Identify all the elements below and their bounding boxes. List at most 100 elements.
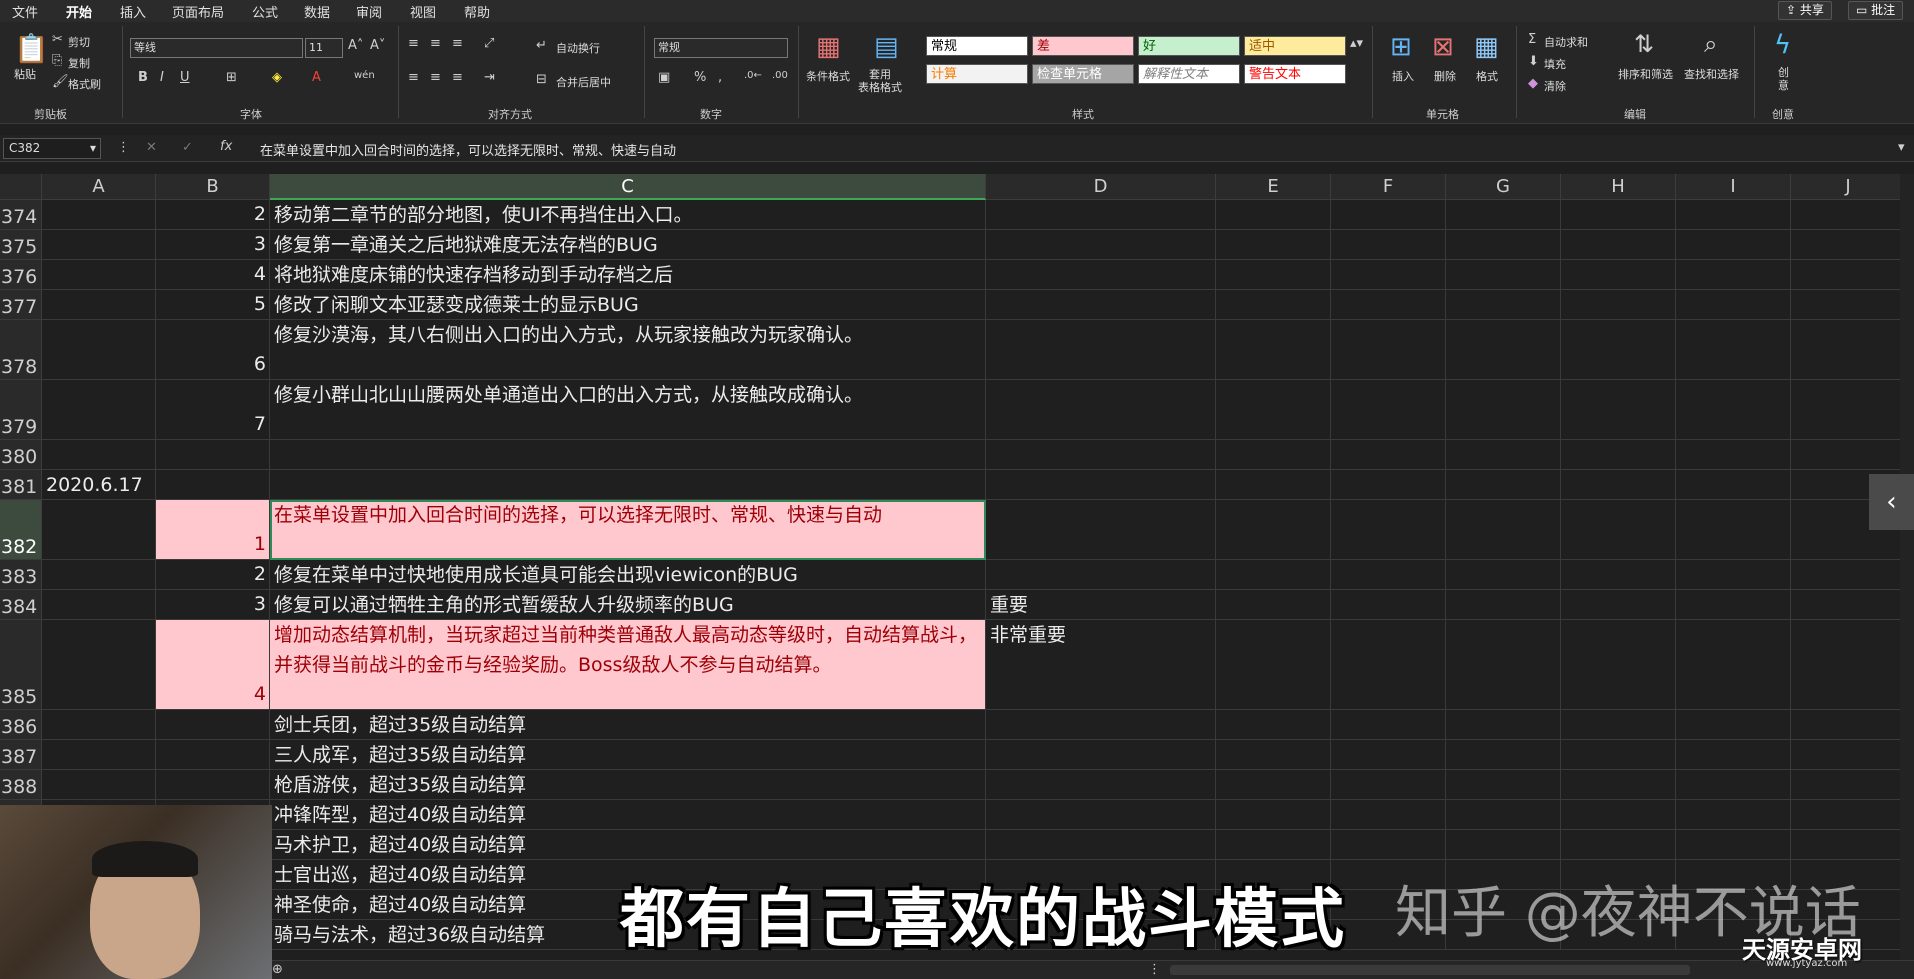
cell-h374[interactable] [1561, 200, 1676, 230]
cell-b384[interactable]: 3 [156, 590, 270, 620]
cell-c390[interactable]: 马术护卫，超过40级自动结算 [270, 830, 986, 860]
cell-a374[interactable] [42, 200, 156, 230]
cell-h381[interactable] [1561, 470, 1676, 500]
cell-b381[interactable] [156, 470, 270, 500]
copy-button[interactable]: 复制 [68, 55, 90, 71]
cell-c379[interactable]: 修复小群山北山山腰两处单通道出入口的出入方式，从接触改成确认。 [270, 380, 986, 440]
conditional-format-icon[interactable]: ▦ [816, 32, 841, 62]
cell-c377[interactable]: 修改了闲聊文本亚瑟变成德莱士的显示BUG [270, 290, 986, 320]
cell-a385[interactable] [42, 620, 156, 710]
cell-j388[interactable] [1791, 770, 1906, 800]
cell-g390[interactable] [1446, 830, 1561, 860]
row-header[interactable]: 376 [0, 260, 42, 290]
cell-d386[interactable] [986, 710, 1216, 740]
cell-j390[interactable] [1791, 830, 1906, 860]
menu-help[interactable]: 帮助 [464, 2, 490, 21]
select-all-corner[interactable] [0, 174, 42, 200]
cell-j377[interactable] [1791, 290, 1906, 320]
cell-f388[interactable] [1331, 770, 1446, 800]
cell-f389[interactable] [1331, 800, 1446, 830]
align-left-icon[interactable]: ≡ [408, 70, 419, 85]
cell-i386[interactable] [1676, 710, 1791, 740]
cell-g385[interactable] [1446, 620, 1561, 710]
cell-h385[interactable] [1561, 620, 1676, 710]
paste-icon[interactable]: 📋 [14, 32, 49, 65]
row-header[interactable]: 380 [0, 440, 42, 470]
cell-e377[interactable] [1216, 290, 1331, 320]
format-as-table-button[interactable]: 套用 表格格式 [858, 68, 902, 94]
row-header[interactable]: 382 [0, 500, 42, 560]
expand-formula-icon[interactable]: ▾ [1898, 140, 1905, 155]
autosum-icon[interactable]: Σ [1528, 32, 1536, 47]
horizontal-scrollbar[interactable] [1170, 965, 1690, 975]
cell-a380[interactable] [42, 440, 156, 470]
sort-filter-button[interactable]: 排序和筛选 [1618, 66, 1673, 82]
cell-a378[interactable] [42, 320, 156, 380]
cell-c388[interactable]: 枪盾游侠，超过35级自动结算 [270, 770, 986, 800]
column-header-a[interactable]: A [42, 174, 156, 200]
cell-a388[interactable] [42, 770, 156, 800]
align-right-icon[interactable]: ≡ [452, 70, 463, 85]
cell-h375[interactable] [1561, 230, 1676, 260]
row-header[interactable]: 388 [0, 770, 42, 800]
cell-h387[interactable] [1561, 740, 1676, 770]
row-header[interactable]: 375 [0, 230, 42, 260]
cell-i387[interactable] [1676, 740, 1791, 770]
cell-f378[interactable] [1331, 320, 1446, 380]
paste-button[interactable]: 粘贴 [14, 66, 36, 82]
cell-c374[interactable]: 移动第二章节的部分地图，使UI不再挡住出入口。 [270, 200, 986, 230]
cell-i374[interactable] [1676, 200, 1791, 230]
cell-i390[interactable] [1676, 830, 1791, 860]
cell-h386[interactable] [1561, 710, 1676, 740]
increase-font-icon[interactable]: A˄ [348, 38, 363, 53]
cell-f390[interactable] [1331, 830, 1446, 860]
comma-icon[interactable]: , [718, 70, 722, 85]
cell-d381[interactable] [986, 470, 1216, 500]
cell-g382[interactable] [1446, 500, 1561, 560]
cell-c375[interactable]: 修复第一章通关之后地狱难度无法存档的BUG [270, 230, 986, 260]
border-icon[interactable]: ⊞ [226, 70, 237, 85]
cell-e385[interactable] [1216, 620, 1331, 710]
style-warning[interactable]: 警告文本 [1244, 64, 1346, 84]
style-neutral[interactable]: 适中 [1244, 36, 1346, 56]
clear-icon[interactable]: ◆ [1528, 76, 1538, 91]
cell-h383[interactable] [1561, 560, 1676, 590]
cell-f385[interactable] [1331, 620, 1446, 710]
column-header-g[interactable]: G [1446, 174, 1561, 200]
cell-b382[interactable]: 1 [156, 500, 270, 560]
font-name-select[interactable]: 等线 [130, 38, 303, 58]
cell-d377[interactable] [986, 290, 1216, 320]
cell-d384[interactable]: 重要 [986, 590, 1216, 620]
conditional-format-button[interactable]: 条件格式 [806, 68, 850, 84]
cell-d389[interactable] [986, 800, 1216, 830]
cell-f381[interactable] [1331, 470, 1446, 500]
cell-c384[interactable]: 修复可以通过牺牲主角的形式暂缓敌人升级频率的BUG [270, 590, 986, 620]
cell-a379[interactable] [42, 380, 156, 440]
cell-g374[interactable] [1446, 200, 1561, 230]
cell-d380[interactable] [986, 440, 1216, 470]
comment-button[interactable]: ▭ 批注 [1848, 1, 1904, 20]
cell-e386[interactable] [1216, 710, 1331, 740]
formula-input[interactable]: 在菜单设置中加入回合时间的选择，可以选择无限时、常规、快速与自动 [260, 140, 676, 159]
cell-b376[interactable]: 4 [156, 260, 270, 290]
fill-color-icon[interactable]: ◈ [272, 70, 282, 85]
vertical-scrollbar[interactable] [1900, 174, 1914, 960]
style-calculation[interactable]: 计算 [926, 64, 1028, 84]
more-icon[interactable]: ⋮ [1148, 962, 1161, 977]
cell-j383[interactable] [1791, 560, 1906, 590]
cell-h388[interactable] [1561, 770, 1676, 800]
cell-b385[interactable]: 4 [156, 620, 270, 710]
menu-page-layout[interactable]: 页面布局 [172, 2, 224, 21]
cell-g389[interactable] [1446, 800, 1561, 830]
cell-d383[interactable] [986, 560, 1216, 590]
wrap-text-button[interactable]: 自动换行 [556, 40, 600, 56]
cell-f383[interactable] [1331, 560, 1446, 590]
cell-g378[interactable] [1446, 320, 1561, 380]
insert-cells-button[interactable]: 插入 [1392, 68, 1414, 84]
cell-i384[interactable] [1676, 590, 1791, 620]
cell-g388[interactable] [1446, 770, 1561, 800]
cell-f375[interactable] [1331, 230, 1446, 260]
row-header[interactable]: 387 [0, 740, 42, 770]
menu-data[interactable]: 数据 [304, 2, 330, 21]
cell-f387[interactable] [1331, 740, 1446, 770]
